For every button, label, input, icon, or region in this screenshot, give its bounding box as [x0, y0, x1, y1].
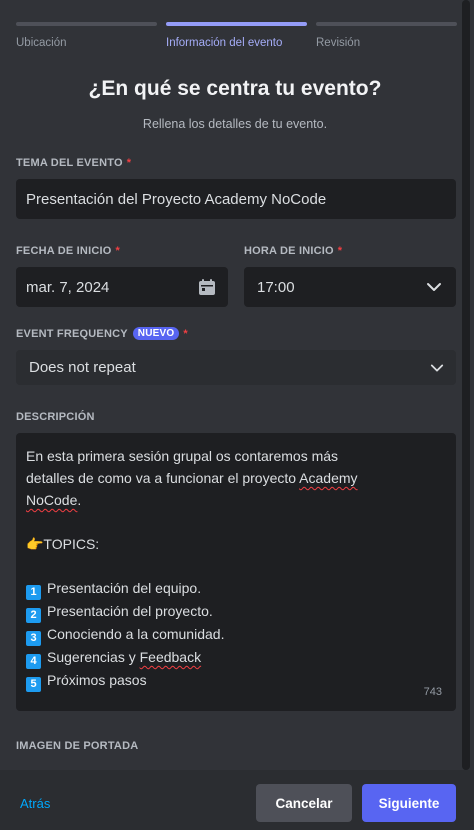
modal-footer: Atrás Cancelar Siguiente [0, 770, 474, 830]
misspelled-word: Academy [299, 470, 358, 486]
modal-subtitle: Rellena los detalles de tu evento. [142, 117, 328, 131]
list-item: 3 Conociendo a la comunidad. [26, 623, 446, 646]
start-date-input[interactable]: mar. 7, 2024 [16, 267, 228, 307]
step-bar [316, 22, 457, 26]
start-time-label: HORA DE INICIO * [244, 245, 342, 257]
step-location: Ubicación [16, 22, 157, 49]
number-4-emoji: 4 [26, 654, 41, 669]
description-line: NoCode. [26, 489, 446, 511]
list-item-text: Próximos pasos [47, 672, 147, 688]
frequency-value: Does not repeat [29, 359, 136, 376]
step-progress: Ubicación Información del evento Revisió… [16, 22, 457, 52]
misspelled-word: Feedback [139, 649, 202, 665]
chevron-down-icon [428, 359, 446, 377]
topic-input[interactable]: Presentación del Proyecto Academy NoCode [16, 179, 456, 219]
number-3-emoji: 3 [26, 631, 41, 646]
description-text: detalles de como va a funcionar el proye… [26, 470, 300, 486]
number-5-emoji: 5 [26, 677, 41, 692]
required-marker: * [115, 245, 120, 257]
start-time-label-text: HORA DE INICIO [244, 245, 334, 257]
list-item-text: Presentación del equipo. [47, 580, 202, 596]
description-line: En esta primera sesión grupal os contare… [26, 448, 339, 464]
back-link[interactable]: Atrás [20, 796, 50, 811]
cover-image-label: IMAGEN DE PORTADA [16, 740, 139, 752]
list-item-text: Sugerencias y [47, 649, 140, 665]
description-text: . [77, 492, 82, 508]
required-marker: * [126, 157, 132, 169]
description-line [26, 511, 446, 533]
calendar-icon[interactable] [196, 276, 218, 298]
cancel-button[interactable]: Cancelar [256, 784, 352, 822]
start-time-value: 17:00 [257, 278, 295, 296]
modal-title: ¿En qué se centra tu evento? [88, 77, 382, 100]
start-date-value: mar. 7, 2024 [26, 278, 110, 296]
step-bar [16, 22, 157, 26]
chevron-down-icon [424, 277, 444, 297]
step-label: Información del evento [166, 37, 283, 49]
description-textarea[interactable]: En esta primera sesión grupal os contare… [16, 433, 456, 711]
description-line: detalles de como va a funcionar el proye… [26, 467, 446, 489]
description-line [26, 555, 446, 577]
frequency-select[interactable]: Does not repeat [16, 350, 456, 385]
step-bar [166, 22, 307, 26]
scrollbar-thumb[interactable] [462, 0, 470, 770]
number-1-emoji: 1 [26, 585, 41, 600]
list-item: 2 Presentación del proyecto. [26, 600, 446, 623]
start-date-label-text: FECHA DE INICIO [16, 245, 112, 257]
list-item: 1 Presentación del equipo. [26, 577, 446, 600]
step-label: Revisión [316, 37, 361, 49]
description-label: DESCRIPCIÓN [16, 411, 95, 423]
topic-label: TEMA DEL EVENTO * [16, 157, 131, 169]
step-label: Ubicación [16, 37, 67, 49]
next-button[interactable]: Siguiente [362, 784, 456, 822]
required-marker: * [337, 245, 343, 257]
list-item-text: Conociendo a la comunidad. [47, 626, 225, 642]
list-item: 4 Sugerencias y Feedback [26, 646, 446, 669]
list-item: 5 Próximos pasos [26, 669, 446, 692]
new-badge: NUEVO [132, 327, 180, 340]
frequency-label-text: EVENT FREQUENCY [16, 328, 128, 340]
create-event-modal: Ubicación Información del evento Revisió… [0, 0, 474, 830]
required-marker: * [183, 328, 188, 340]
step-event-info: Información del evento [166, 22, 307, 49]
number-2-emoji: 2 [26, 608, 41, 623]
start-time-select[interactable]: 17:00 [244, 267, 456, 307]
step-review: Revisión [316, 22, 457, 49]
description-topics: 👉TOPICS: [26, 536, 100, 552]
misspelled-word: NoCode [26, 492, 78, 508]
scrollbar[interactable] [462, 0, 470, 770]
topic-label-text: TEMA DEL EVENTO [16, 157, 123, 169]
character-counter: 743 [423, 686, 442, 698]
frequency-label: EVENT FREQUENCY NUEVO * [16, 327, 188, 340]
start-date-label: FECHA DE INICIO * [16, 245, 120, 257]
list-item-text: Presentación del proyecto. [47, 603, 213, 619]
topic-value: Presentación del Proyecto Academy NoCode [26, 190, 327, 208]
